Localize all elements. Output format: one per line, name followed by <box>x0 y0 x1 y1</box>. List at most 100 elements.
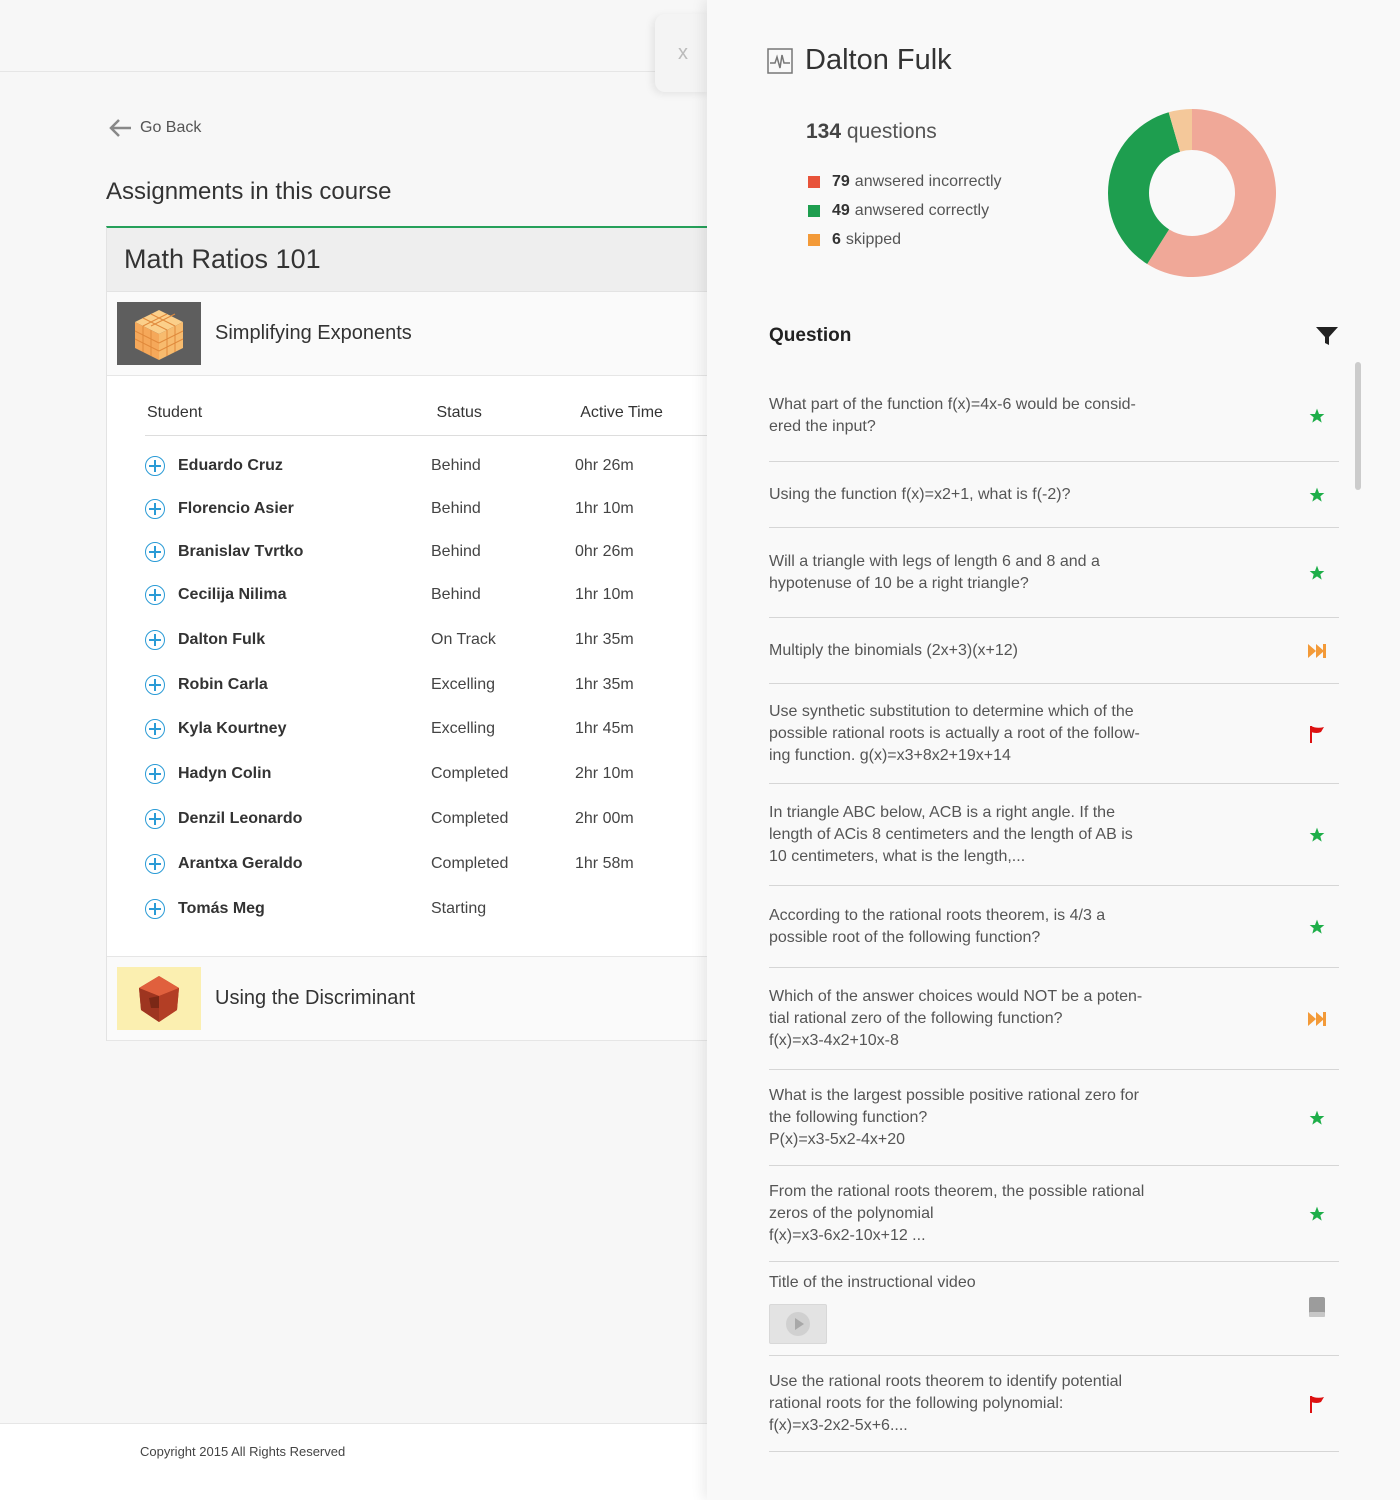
expand-plus-icon[interactable] <box>145 499 165 519</box>
course-title: Math Ratios 101 <box>107 228 710 292</box>
flag-icon[interactable] <box>1307 724 1327 744</box>
student-status: Completed <box>431 765 509 782</box>
student-name: Tomás Meg <box>178 900 265 917</box>
student-active-time: 1hr 35m <box>575 631 634 648</box>
column-header-student[interactable]: Student <box>145 404 436 422</box>
legend-correct: 49 anwsered correctly <box>808 202 989 220</box>
student-status: Starting <box>431 900 487 917</box>
legend-value: 6 <box>832 231 841 248</box>
question-list: What part of the function f(x)=4x-6 woul… <box>769 370 1339 1452</box>
student-status: Behind <box>431 500 481 517</box>
student-row[interactable]: Hadyn Colin Completed 2hr 10m <box>145 752 710 796</box>
question-content: According to the rational roots theorem,… <box>769 905 1179 949</box>
play-icon[interactable] <box>785 1311 811 1337</box>
student-row[interactable]: Denzil Leonardo Completed 2hr 00m <box>145 796 710 842</box>
assignments-heading: Assignments in this course <box>106 178 392 205</box>
student-active-time: 2hr 00m <box>575 810 634 827</box>
question-item[interactable]: Use the rational roots theorem to identi… <box>769 1356 1339 1452</box>
question-item[interactable]: Using the function f(x)=x2+1, what is f(… <box>769 462 1339 528</box>
student-row[interactable]: Cecilija Nilima Behind 1hr 10m <box>145 574 710 616</box>
column-header-active-time[interactable]: Active Time <box>580 404 710 422</box>
column-header-status[interactable]: Status <box>436 404 580 422</box>
book-icon[interactable] <box>1307 1296 1327 1318</box>
question-content: Which of the answer choices would NOT be… <box>769 986 1179 1052</box>
student-row[interactable]: Florencio Asier Behind 1hr 10m <box>145 488 710 530</box>
student-name-cell: Hadyn Colin <box>145 764 431 784</box>
scrollbar[interactable] <box>1355 362 1361 490</box>
question-content: Multiply the binomials (2x+3)(x+12) <box>769 640 1179 662</box>
question-item[interactable]: What part of the function f(x)=4x-6 woul… <box>769 370 1339 462</box>
legend-swatch <box>808 234 820 246</box>
student-name: Denzil Leonardo <box>178 810 303 827</box>
student-detail-panel: Dalton Fulk 134 questions 79 anwsered in… <box>707 0 1400 1500</box>
question-count-label: questions <box>846 120 937 143</box>
assignment-simplifying-exponents[interactable]: Simplifying Exponents <box>107 292 710 376</box>
question-item[interactable]: In triangle ABC below, ACB is a right an… <box>769 784 1339 886</box>
student-row[interactable]: Arantxa Geraldo Completed 1hr 58m <box>145 842 710 886</box>
star-icon[interactable] <box>1307 1110 1327 1126</box>
assignment-using-the-discriminant[interactable]: Using the Discriminant <box>107 957 710 1041</box>
course-page: Go Back Assignments in this course Math … <box>0 0 710 1500</box>
expand-plus-icon[interactable] <box>145 764 165 784</box>
question-content: Using the function f(x)=x2+1, what is f(… <box>769 484 1179 506</box>
question-content: From the rational roots theorem, the pos… <box>769 1181 1179 1247</box>
go-back-link[interactable]: Go Back <box>108 118 201 138</box>
student-row[interactable]: Eduardo Cruz Behind 0hr 26m <box>145 436 710 488</box>
flag-icon[interactable] <box>1307 1394 1327 1414</box>
copyright-text: Copyright 2015 All Rights Reserved <box>140 1444 346 1459</box>
student-status: Behind <box>431 457 481 474</box>
star-icon[interactable] <box>1307 487 1327 503</box>
expand-plus-icon[interactable] <box>145 899 165 919</box>
student-row[interactable]: Branislav Tvrtko Behind 0hr 26m <box>145 530 710 574</box>
student-row[interactable]: Kyla Kourtney Excelling 1hr 45m <box>145 706 710 752</box>
question-item[interactable]: Will a triangle with legs of length 6 an… <box>769 528 1339 618</box>
expand-plus-icon[interactable] <box>145 854 165 874</box>
star-icon[interactable] <box>1307 827 1327 843</box>
student-row[interactable]: Tomás Meg Starting <box>145 886 710 932</box>
expand-plus-icon[interactable] <box>145 542 165 562</box>
question-item[interactable]: According to the rational roots theorem,… <box>769 886 1339 968</box>
student-active-time: 1hr 58m <box>575 855 634 872</box>
question-text: From the rational roots theorem, the pos… <box>769 1182 1145 1244</box>
expand-plus-icon[interactable] <box>145 719 165 739</box>
skip-icon[interactable] <box>1307 643 1327 659</box>
expand-plus-icon[interactable] <box>145 585 165 605</box>
star-icon[interactable] <box>1307 565 1327 581</box>
legend-label: anwsered incorrectly <box>854 173 1002 190</box>
expand-plus-icon[interactable] <box>145 675 165 695</box>
expand-plus-icon[interactable] <box>145 630 165 650</box>
student-active-time: 1hr 10m <box>575 500 634 517</box>
star-icon[interactable] <box>1307 1206 1327 1222</box>
question-text: Title of the instructional video <box>769 1274 976 1291</box>
skip-icon[interactable] <box>1307 1011 1327 1027</box>
question-item[interactable]: From the rational roots theorem, the pos… <box>769 1166 1339 1262</box>
student-row[interactable]: Dalton Fulk On Track 1hr 35m <box>145 616 710 664</box>
student-status: Completed <box>431 810 509 827</box>
star-icon[interactable] <box>1307 408 1327 424</box>
question-text: Will a triangle with legs of length 6 an… <box>769 552 1100 592</box>
question-item[interactable]: Title of the instructional video <box>769 1262 1339 1356</box>
question-content: Title of the instructional video <box>769 1272 1179 1344</box>
student-name-cell: Florencio Asier <box>145 499 431 519</box>
filter-icon[interactable] <box>1315 326 1339 346</box>
student-row[interactable]: Robin Carla Excelling 1hr 35m <box>145 664 710 706</box>
question-item[interactable]: Use synthetic substitution to determine … <box>769 684 1339 784</box>
student-name-cell: Eduardo Cruz <box>145 456 431 476</box>
expand-plus-icon[interactable] <box>145 809 165 829</box>
question-text: Multiply the binomials (2x+3)(x+12) <box>769 641 1018 659</box>
question-text: What part of the function f(x)=4x-6 woul… <box>769 395 1136 435</box>
results-donut-chart <box>1108 109 1276 277</box>
question-item[interactable]: Which of the answer choices would NOT be… <box>769 968 1339 1070</box>
question-text: Which of the answer choices would NOT be… <box>769 987 1143 1049</box>
student-rows: Eduardo Cruz Behind 0hr 26m Florencio Asier… <box>145 436 710 932</box>
question-item[interactable]: What is the largest possible positive ra… <box>769 1070 1339 1166</box>
question-count: 134 questions <box>806 120 937 144</box>
close-panel-button[interactable]: x <box>655 14 711 92</box>
question-text: Using the function f(x)=x2+1, what is f(… <box>769 485 1071 503</box>
video-thumbnail[interactable] <box>769 1304 827 1344</box>
star-icon[interactable] <box>1307 919 1327 935</box>
question-item[interactable]: Multiply the binomials (2x+3)(x+12) <box>769 618 1339 684</box>
student-status: Completed <box>431 855 509 872</box>
student-status: Excelling <box>431 720 496 737</box>
expand-plus-icon[interactable] <box>145 456 165 476</box>
